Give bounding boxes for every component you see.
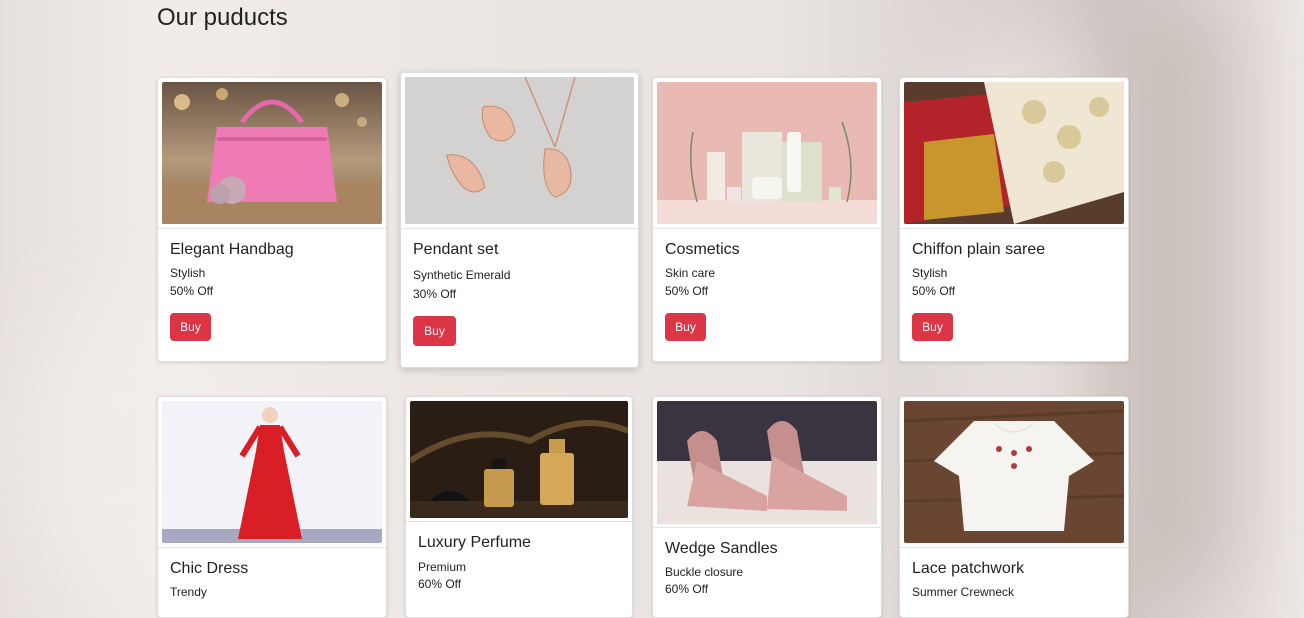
buy-button[interactable]: Buy	[912, 313, 953, 341]
product-discount: 50% Off	[665, 284, 709, 298]
buy-button[interactable]: Buy	[665, 313, 706, 341]
product-card: Elegant Handbag Stylish 50% Off Buy	[157, 77, 387, 362]
product-card: Lace patchwork Summer Crewneck	[899, 396, 1129, 618]
product-card: Luxury Perfume Premium 60% Off	[405, 396, 633, 618]
product-image[interactable]	[162, 401, 382, 543]
product-card: Wedge Sandles Buckle closure 60% Off	[652, 396, 882, 618]
product-discount: 60% Off	[665, 582, 709, 596]
product-image[interactable]	[904, 401, 1124, 543]
product-name: Lace patchwork	[912, 560, 1025, 577]
product-name: Elegant Handbag	[170, 241, 294, 258]
product-image[interactable]	[657, 82, 877, 224]
product-name: Luxury Perfume	[418, 534, 531, 551]
buy-button[interactable]: Buy	[413, 316, 456, 346]
product-card: Chic Dress Trendy	[157, 396, 387, 618]
product-image[interactable]	[410, 401, 628, 518]
product-feature: Premium	[418, 560, 467, 574]
product-feature: Stylish	[170, 266, 206, 280]
product-card: Pendant set Synthetic Emerald 30% Off Bu…	[400, 72, 639, 368]
product-discount: 50% Off	[912, 284, 956, 298]
product-image[interactable]	[657, 401, 877, 524]
product-image[interactable]	[162, 82, 382, 224]
product-discount: 50% Off	[170, 284, 214, 298]
product-feature: Summer Crewneck	[912, 585, 1015, 599]
buy-button[interactable]: Buy	[170, 313, 211, 341]
product-name: Cosmetics	[665, 241, 740, 258]
product-card: Cosmetics Skin care 50% Off Buy	[652, 77, 882, 362]
product-feature: Stylish	[912, 266, 948, 280]
product-image[interactable]	[904, 82, 1124, 224]
product-feature: Synthetic Emerald	[413, 268, 511, 282]
page-title: Our puducts	[157, 4, 288, 31]
product-card: Chiffon plain saree Stylish 50% Off Buy	[899, 77, 1129, 362]
product-image[interactable]	[405, 77, 634, 224]
product-discount: 60% Off	[418, 577, 462, 591]
product-name: Chic Dress	[170, 560, 249, 577]
product-feature: Trendy	[170, 585, 207, 599]
product-name: Wedge Sandles	[665, 540, 778, 557]
product-feature: Skin care	[665, 266, 716, 280]
product-feature: Buckle closure	[665, 565, 744, 579]
product-name: Chiffon plain saree	[912, 241, 1046, 258]
product-name: Pendant set	[413, 241, 499, 258]
product-discount: 30% Off	[413, 287, 457, 301]
